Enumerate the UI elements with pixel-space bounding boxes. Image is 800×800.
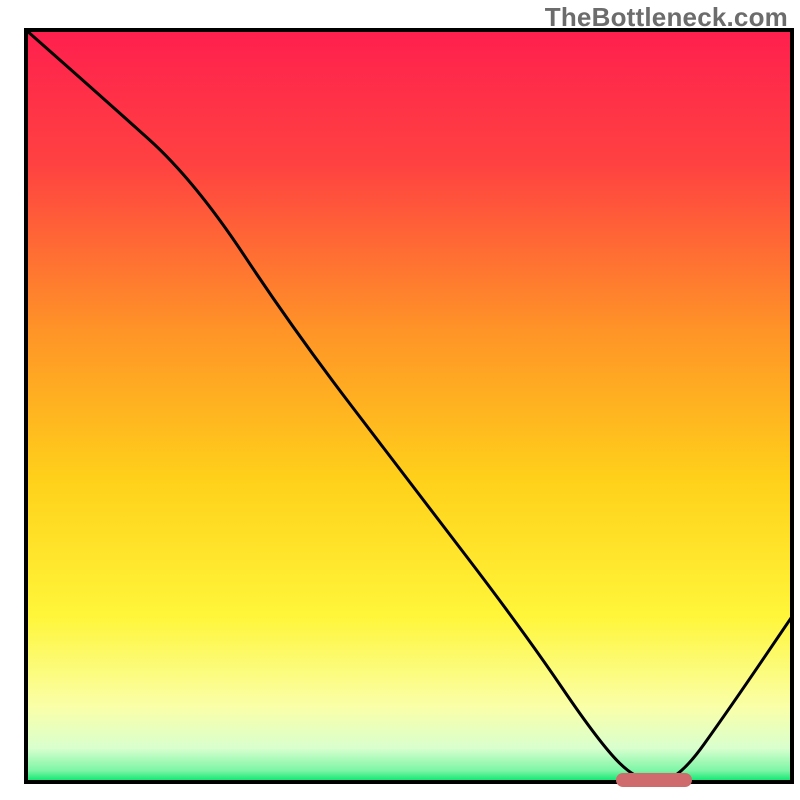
optimum-marker	[616, 773, 693, 787]
heat-line-chart	[0, 0, 800, 800]
plot-background	[26, 30, 792, 782]
chart-container: TheBottleneck.com	[0, 0, 800, 800]
